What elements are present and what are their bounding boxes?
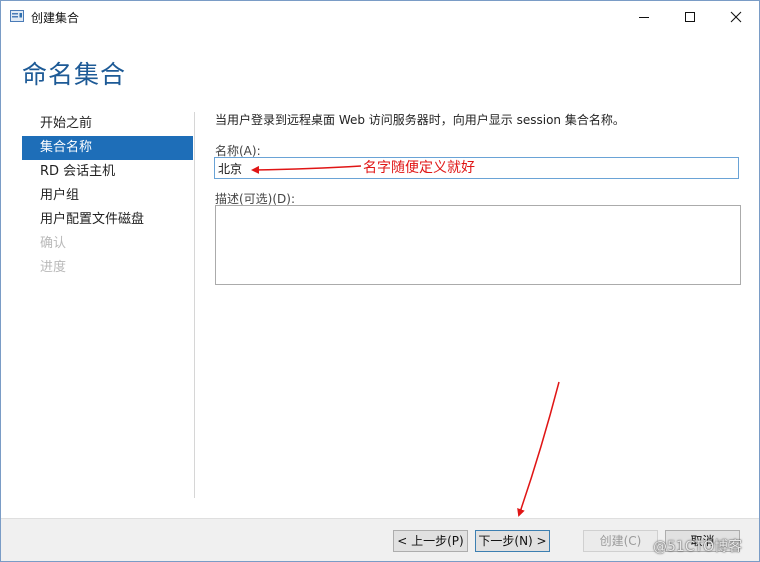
page-description: 当用户登录到远程桌面 Web 访问服务器时，向用户显示 session 集合名称… — [215, 113, 625, 127]
minimize-button[interactable] — [621, 1, 667, 33]
create-button: 创建(C) — [583, 530, 658, 552]
step-rd-session-host[interactable]: RD 会话主机 — [22, 160, 193, 184]
sidebar-divider — [194, 112, 195, 498]
title-bar[interactable]: 创建集合 — [1, 1, 759, 33]
step-progress: 进度 — [40, 260, 67, 275]
next-button[interactable]: 下一步(N) > — [475, 530, 550, 552]
window-title: 创建集合 — [31, 11, 80, 25]
close-icon — [730, 11, 742, 23]
step-user-groups[interactable]: 用户组 — [22, 184, 193, 208]
arrow-to-next-button — [517, 381, 560, 517]
page-title: 命名集合 — [22, 60, 127, 89]
collection-description-input[interactable] — [215, 205, 741, 285]
wizard-step-list: 开始之前 集合名称 RD 会话主机 用户组 用户配置文件磁盘 确认 进度 — [22, 112, 193, 280]
maximize-icon — [685, 12, 695, 22]
minimize-icon — [639, 17, 649, 18]
maximize-button[interactable] — [667, 1, 713, 33]
step-collection-name[interactable]: 集合名称 — [22, 136, 193, 160]
server-manager-icon — [10, 10, 24, 22]
annotation-note: 名字随便定义就好 — [363, 160, 475, 176]
wizard-footer: < 上一步(P) 下一步(N) > 创建(C) 取消 — [1, 518, 759, 561]
close-button[interactable] — [713, 1, 759, 33]
create-collection-dialog: 创建集合 命名集合 开始之前 集合名称 RD 会话主机 用户组 用户配置文件磁盘… — [0, 0, 760, 562]
step-before-you-begin[interactable]: 开始之前 — [22, 112, 193, 136]
step-confirmation: 确认 — [40, 236, 67, 251]
watermark: @51CTO博客 — [653, 539, 743, 555]
collection-name-input[interactable] — [214, 157, 739, 179]
previous-button[interactable]: < 上一步(P) — [393, 530, 468, 552]
step-user-profile-disks[interactable]: 用户配置文件磁盘 — [22, 208, 193, 232]
